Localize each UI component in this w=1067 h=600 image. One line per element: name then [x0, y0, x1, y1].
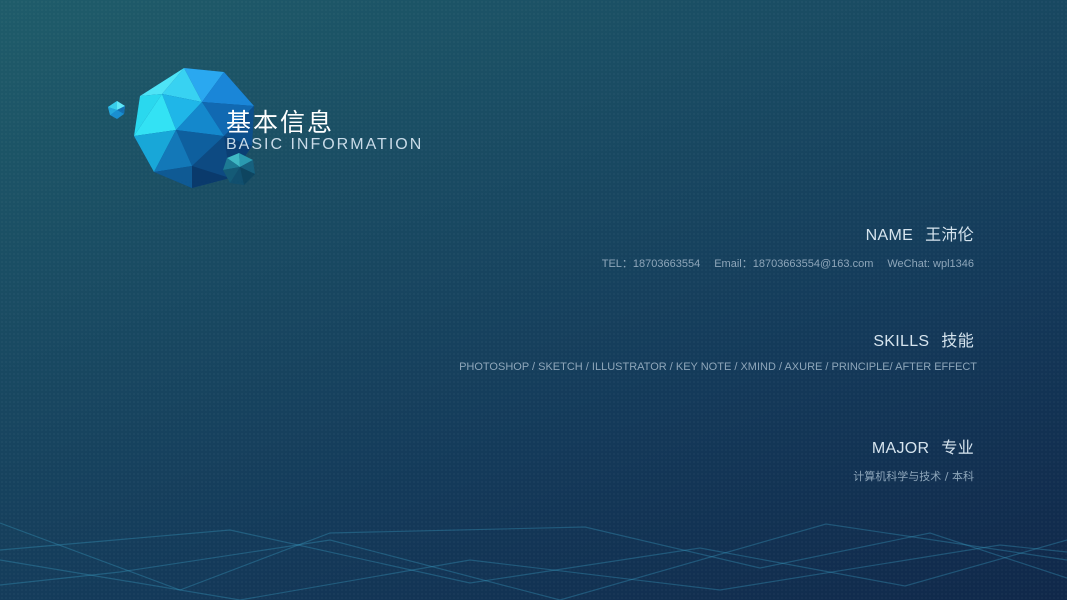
page-title-cn: 基本信息 — [226, 108, 335, 137]
skills-list: PHOTOSHOP / SKETCH / ILLUSTRATOR / KEY N… — [459, 361, 977, 373]
name-value: 王沛伦 — [925, 225, 974, 244]
major-heading: MAJOR 专业 — [853, 434, 974, 458]
name-section: NAME 王沛伦 TEL：18703663554 Email：18703663554… — [602, 221, 974, 271]
name-heading: NAME 王沛伦 — [602, 221, 974, 245]
small-gem-icon — [108, 101, 125, 119]
major-detail: 计算机科学与技术 / 本科 — [853, 470, 974, 483]
tel-text: TEL：18703663554 — [601, 258, 701, 270]
skills-heading: SKILLS 技能 — [459, 327, 974, 351]
contact-line: TEL：18703663554 Email：18703663554@163.com… — [602, 255, 974, 271]
major-label: MAJOR — [871, 440, 930, 457]
name-label: NAME — [865, 227, 914, 244]
skills-value: 技能 — [941, 331, 974, 350]
wechat-text: WeChat: wpl1346 — [887, 258, 974, 270]
email-text: Email：18703663554@163.com — [714, 258, 874, 270]
major-section: MAJOR 专业 计算机科学与技术 / 本科 — [853, 434, 974, 484]
skills-section: SKILLS 技能 PHOTOSHOP / SKETCH / ILLUSTRATO… — [459, 327, 977, 373]
major-value: 专业 — [941, 438, 974, 457]
page-title-en: BASIC INFORMATION — [226, 136, 424, 153]
skills-label: SKILLS — [873, 333, 930, 350]
mid-gem-icon — [223, 153, 255, 185]
